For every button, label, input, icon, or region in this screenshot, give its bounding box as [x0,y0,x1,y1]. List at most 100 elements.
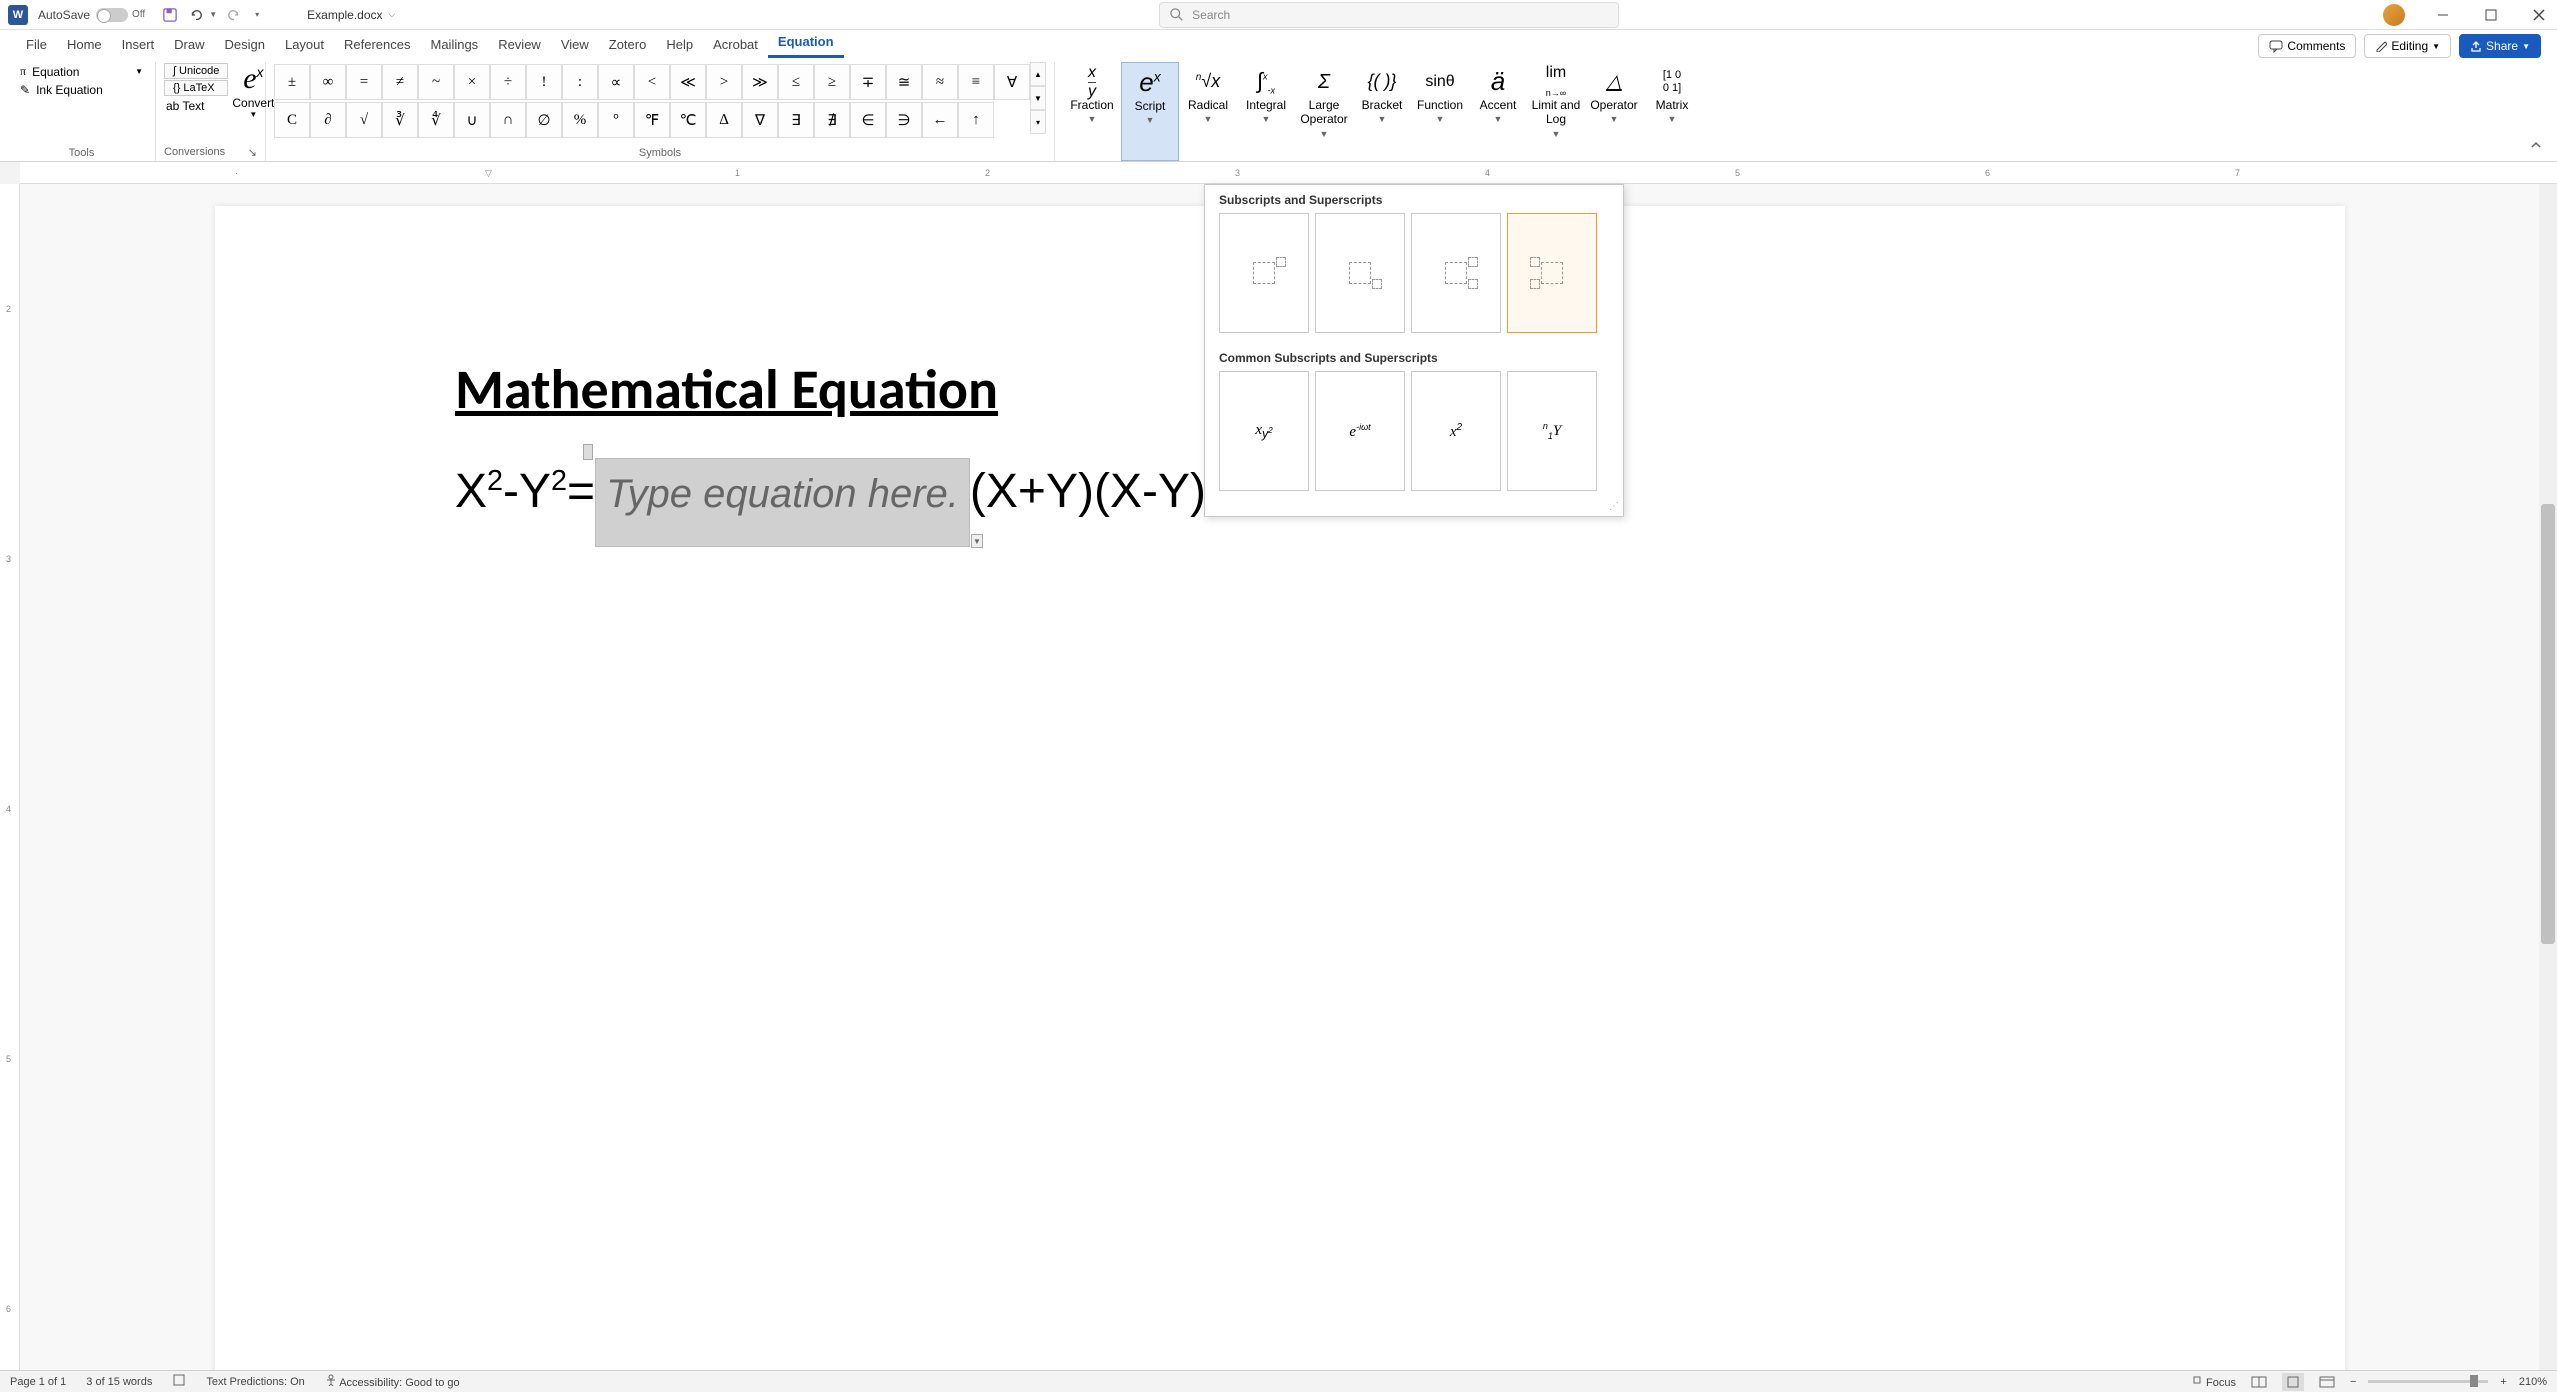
common-script-n1y[interactable]: n1Y [1507,371,1597,491]
structure-limit-and-log-button[interactable]: limn→∞Limit and Log▼ [1527,62,1585,161]
print-layout-button[interactable] [2282,1373,2304,1391]
qat-customize[interactable]: ▾ [255,10,259,19]
symbol-cell[interactable]: ∇ [742,102,778,138]
symbol-cell[interactable]: × [454,64,490,100]
symbol-cell[interactable]: ∜ [418,102,454,138]
structure-function-button[interactable]: sinθFunction▼ [1411,62,1469,161]
symbol-cell[interactable]: ≤ [778,64,814,100]
symbol-cell[interactable]: % [562,102,598,138]
symbol-cell[interactable]: ∃ [778,102,814,138]
script-left-subsuperscript-option[interactable] [1507,213,1597,333]
structure-script-button[interactable]: exScript▼ [1121,62,1179,161]
zoom-out[interactable]: − [2350,1376,2356,1388]
autosave-toggle[interactable] [96,8,128,22]
tab-view[interactable]: View [551,33,599,58]
maximize-button[interactable] [2481,5,2501,25]
equation-placeholder-box[interactable]: Type equation here. ▼ [595,458,970,547]
symbols-more[interactable]: ▾ [1030,110,1046,134]
ink-equation-button[interactable]: ✎ Ink Equation [16,81,147,99]
symbol-cell[interactable]: ≫ [742,64,778,100]
tab-insert[interactable]: Insert [112,33,165,58]
save-button[interactable] [159,4,181,26]
user-avatar[interactable] [2383,4,2405,26]
symbol-cell[interactable]: ↑ [958,102,994,138]
scrollbar-thumb[interactable] [2541,504,2555,944]
web-layout-button[interactable] [2316,1373,2338,1391]
symbol-cell[interactable]: ∝ [598,64,634,100]
symbol-cell[interactable]: : [562,64,598,100]
collapse-ribbon-button[interactable] [2529,138,2543,157]
equation-move-handle[interactable] [583,444,593,460]
tab-mailings[interactable]: Mailings [421,33,489,58]
common-script-eiwt[interactable]: e-iωt [1315,371,1405,491]
read-mode-button[interactable] [2248,1373,2270,1391]
latex-button[interactable]: {}LaTeX [164,80,228,96]
symbol-cell[interactable]: ℃ [670,102,706,138]
structure-accent-button[interactable]: äAccent▼ [1469,62,1527,161]
tab-home[interactable]: Home [57,33,112,58]
tab-layout[interactable]: Layout [275,33,334,58]
chevron-down-icon[interactable]: ▼ [249,110,257,119]
symbol-cell[interactable]: > [706,64,742,100]
symbol-cell[interactable]: ∈ [850,102,886,138]
equation-right-text[interactable]: (X+Y)(X-Y) [970,464,1206,519]
structure-matrix-button[interactable]: [1 00 1]Matrix▼ [1643,62,1701,161]
symbol-cell[interactable]: ∂ [310,102,346,138]
symbol-cell[interactable]: ∄ [814,102,850,138]
search-input[interactable]: Search [1159,2,1619,28]
symbol-cell[interactable]: ∆ [706,102,742,138]
text-button[interactable]: ab Text [164,97,228,115]
symbol-cell[interactable]: ≈ [922,64,958,100]
symbol-cell[interactable]: ! [526,64,562,100]
dropdown-resize-handle[interactable]: ⋰ [1205,501,1623,512]
symbol-cell[interactable]: < [634,64,670,100]
tab-help[interactable]: Help [656,33,703,58]
comments-button[interactable]: Comments [2258,34,2356,58]
close-button[interactable] [2529,5,2549,25]
indent-marker[interactable]: ▽ [485,168,492,179]
tab-design[interactable]: Design [215,33,275,58]
symbol-cell[interactable]: ° [598,102,634,138]
minimize-button[interactable] [2433,5,2453,25]
text-predictions[interactable]: Text Predictions: On [206,1376,304,1388]
spellcheck-icon[interactable] [172,1373,186,1390]
undo-button[interactable] [185,4,207,26]
symbol-cell[interactable]: ~ [418,64,454,100]
symbols-scroll-up[interactable]: ▲ [1030,62,1046,86]
vertical-scrollbar[interactable] [2539,184,2557,1370]
structure-integral-button[interactable]: ∫x-xIntegral▼ [1237,62,1295,161]
symbol-cell[interactable]: ∋ [886,102,922,138]
symbol-cell[interactable]: C [274,102,310,138]
symbol-cell[interactable]: ∛ [382,102,418,138]
symbol-cell[interactable]: = [346,64,382,100]
tab-acrobat[interactable]: Acrobat [703,33,768,58]
structure-fraction-button[interactable]: xyFraction▼ [1063,62,1121,161]
redo-button[interactable] [223,4,245,26]
symbol-cell[interactable]: ∩ [490,102,526,138]
structure-large-operator-button[interactable]: ΣLarge Operator▼ [1295,62,1353,161]
equation-options-dropdown[interactable]: ▼ [971,534,983,548]
structure-radical-button[interactable]: n√xRadical▼ [1179,62,1237,161]
script-subsuperscript-option[interactable] [1411,213,1501,333]
editing-mode-button[interactable]: Editing ▼ [2364,34,2451,58]
tab-review[interactable]: Review [488,33,551,58]
zoom-slider[interactable] [2368,1380,2488,1383]
equation-button[interactable]: π Equation ▼ [16,62,147,81]
common-script-x2[interactable]: x2 [1411,371,1501,491]
symbol-cell[interactable]: ∞ [310,64,346,100]
tab-draw[interactable]: Draw [164,33,214,58]
page-status[interactable]: Page 1 of 1 [10,1376,66,1388]
docname-dropdown[interactable]: ⌵ [389,9,396,20]
symbol-cell[interactable]: ∅ [526,102,562,138]
symbol-cell[interactable]: ∓ [850,64,886,100]
zoom-level[interactable]: 210% [2519,1376,2547,1388]
tab-zotero[interactable]: Zotero [599,33,657,58]
symbol-cell[interactable]: ∪ [454,102,490,138]
structure-operator-button[interactable]: △Operator▼ [1585,62,1643,161]
symbol-cell[interactable]: √ [346,102,382,138]
symbol-cell[interactable]: ≡ [958,64,994,100]
structure-bracket-button[interactable]: {( )}Bracket▼ [1353,62,1411,161]
symbol-cell[interactable]: ≠ [382,64,418,100]
unicode-button[interactable]: ∫Unicode [164,63,228,79]
symbols-scroll-down[interactable]: ▼ [1030,86,1046,110]
